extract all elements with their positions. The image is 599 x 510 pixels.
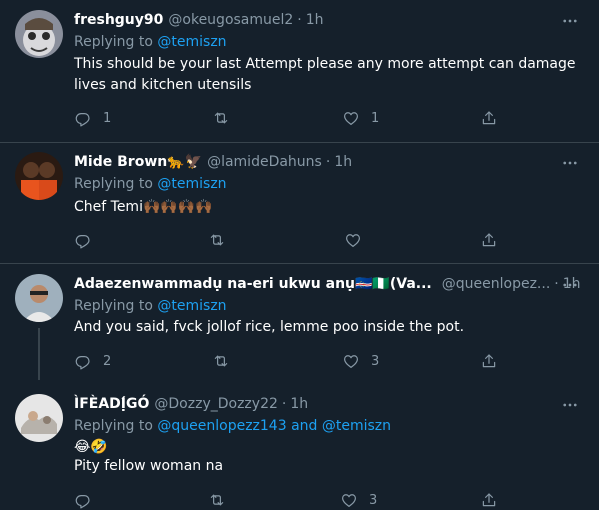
user-handle[interactable]: @queenlopez... (442, 276, 551, 292)
tweet-text: Chef Temi🙌🏾🙌🏾🙌🏾🙌🏾 (74, 199, 213, 215)
heart-icon (344, 112, 358, 125)
like-count: 3 (369, 492, 378, 508)
user-name[interactable]: freshguy90 (74, 12, 163, 28)
divider (0, 263, 599, 264)
tweet-text: Pity fellow woman na (74, 458, 224, 474)
like-button[interactable] (344, 230, 362, 250)
tweet-header: ÌFÈADỊ́GÓ @Dozzy_Dozzy22 · 1h (74, 394, 308, 414)
share-button[interactable] (480, 490, 498, 510)
separator-dot: · (325, 154, 331, 170)
tweet-actions: 2 3 (74, 351, 514, 371)
share-button[interactable] (480, 108, 498, 128)
reply-icon (75, 495, 90, 509)
user-handle[interactable]: @Dozzy_Dozzy22 (154, 396, 277, 412)
like-count: 3 (371, 353, 380, 369)
tweet-header: freshguy90 @okeugosamuel2 · 1h (74, 10, 324, 30)
tweet[interactable]: Mide Brown🐆🦅 @lamideDahuns · 1h Replying… (0, 152, 599, 262)
avatar-image (15, 10, 63, 58)
tweet[interactable]: freshguy90 @okeugosamuel2 · 1h Replying … (0, 10, 599, 132)
heart-icon (346, 234, 360, 247)
tweet-actions: 3 (74, 490, 514, 510)
reply-icon (75, 356, 90, 370)
reply-button[interactable] (74, 490, 92, 510)
separator-dot: · (281, 396, 287, 412)
replying-to: Replying to @temiszn (74, 34, 227, 50)
tweet-header: Mide Brown🐆🦅 @lamideDahuns · 1h (74, 152, 352, 172)
timestamp[interactable]: 1h (334, 154, 352, 170)
replying-to: Replying to @temiszn (74, 298, 227, 314)
reply-button[interactable] (74, 230, 92, 250)
reply-button[interactable]: 2 (74, 351, 111, 371)
more-icon[interactable] (561, 276, 579, 294)
retweet-icon (214, 112, 228, 124)
retweet-button[interactable] (208, 230, 226, 250)
reply-icon (75, 113, 90, 127)
replying-to-label: Replying to (74, 298, 153, 314)
avatar-image (15, 274, 63, 322)
retweet-icon (214, 355, 228, 367)
replying-to-link[interactable]: @temiszn (157, 34, 226, 50)
heart-icon (344, 355, 358, 368)
more-icon[interactable] (561, 12, 579, 30)
avatar[interactable] (15, 394, 63, 442)
more-icon[interactable] (561, 396, 579, 414)
avatar[interactable] (15, 10, 63, 58)
replying-to-label: Replying to (74, 418, 153, 434)
share-icon (482, 111, 496, 125)
avatar[interactable] (15, 152, 63, 200)
like-count: 1 (371, 110, 380, 126)
share-icon (482, 493, 496, 507)
tweet-text: And you said, fvck jollof rice, lemme po… (74, 319, 465, 335)
replying-to-label: Replying to (74, 34, 153, 50)
retweet-button[interactable] (212, 108, 230, 128)
more-icon[interactable] (561, 154, 579, 172)
user-name[interactable]: ÌFÈADỊ́GÓ (74, 396, 149, 412)
reply-count: 2 (103, 353, 112, 369)
replying-to-label: Replying to (74, 176, 153, 192)
tweet[interactable]: Adaezenwammadụ na-eri ukwu anụ🇨🇻🇳🇬(Va...… (0, 274, 599, 380)
separator-dot: · (297, 12, 302, 28)
tweet-emoji-line: 😂🤣 (74, 439, 108, 455)
user-handle[interactable]: @okeugosamuel2 (168, 12, 293, 28)
tweet-text: This should be your last Attempt please … (74, 56, 576, 93)
retweet-button[interactable] (212, 351, 230, 371)
replying-to: Replying to @temiszn (74, 176, 227, 192)
like-button[interactable]: 1 (342, 108, 379, 128)
user-handle[interactable]: @lamideDahuns (207, 154, 322, 170)
heart-icon (342, 494, 356, 507)
reply-button[interactable]: 1 (74, 108, 111, 128)
like-button[interactable]: 3 (340, 490, 377, 510)
divider (0, 142, 599, 143)
timestamp[interactable]: 1h (306, 12, 324, 28)
avatar-image (15, 152, 63, 200)
share-icon (482, 233, 496, 247)
replying-to-link[interactable]: @queenlopezz143 and @temiszn (157, 418, 391, 434)
share-button[interactable] (480, 351, 498, 371)
thread-line (38, 328, 40, 380)
replying-to: Replying to @queenlopezz143 and @temiszn (74, 418, 391, 434)
retweet-button[interactable] (208, 490, 226, 510)
timestamp[interactable]: 1h (290, 396, 308, 412)
tweet[interactable]: ÌFÈADỊ́GÓ @Dozzy_Dozzy22 · 1h Replying t… (0, 394, 599, 509)
tweet-actions (74, 230, 514, 250)
avatar[interactable] (15, 274, 63, 322)
separator-dot: · (554, 276, 559, 292)
like-button[interactable]: 3 (342, 351, 379, 371)
replying-to-link[interactable]: @temiszn (157, 176, 226, 192)
retweet-icon (210, 234, 224, 246)
reply-icon (75, 235, 90, 249)
tweet-header: Adaezenwammadụ na-eri ukwu anụ🇨🇻🇳🇬(Va...… (74, 274, 581, 294)
retweet-icon (210, 494, 224, 506)
share-button[interactable] (480, 230, 498, 250)
tweet-actions: 1 1 (74, 108, 514, 128)
reply-count: 1 (103, 110, 112, 126)
share-icon (482, 354, 496, 368)
avatar-image (15, 394, 63, 442)
user-name[interactable]: Adaezenwammadụ na-eri ukwu anụ🇨🇻🇳🇬(Va... (74, 276, 432, 292)
replying-to-link[interactable]: @temiszn (157, 298, 226, 314)
user-name[interactable]: Mide Brown🐆🦅 (74, 154, 202, 170)
